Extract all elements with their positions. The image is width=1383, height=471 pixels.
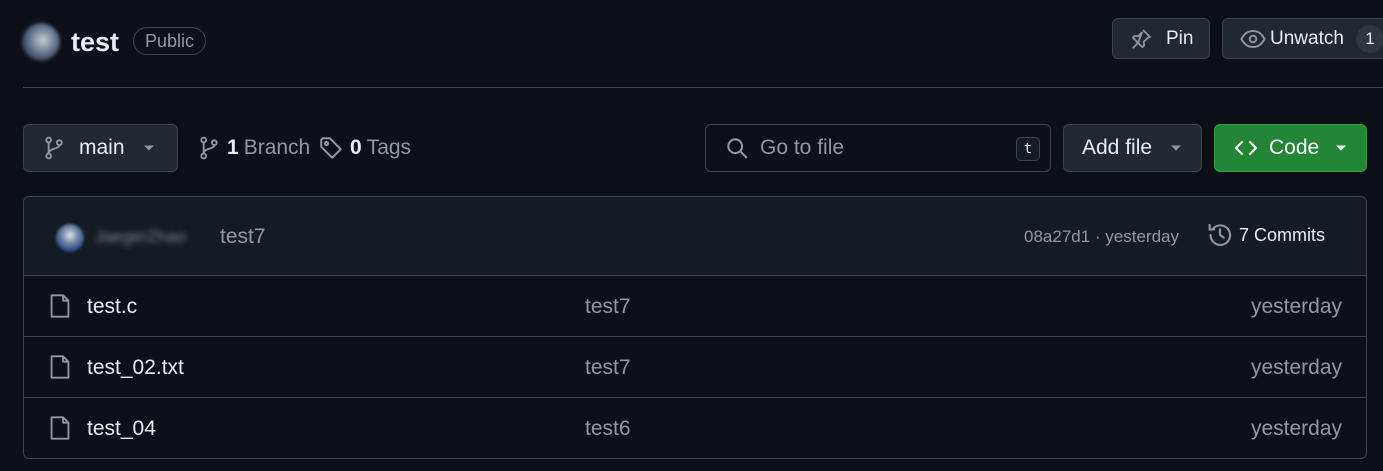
file-row[interactable]: test_02.txt test7 yesterday xyxy=(24,337,1366,398)
chevron-down-icon xyxy=(1171,145,1182,151)
tag-icon xyxy=(320,137,342,159)
file-row[interactable]: test_04 test6 yesterday xyxy=(24,398,1366,458)
tag-count: 0 xyxy=(350,136,362,159)
eye-icon xyxy=(1240,29,1266,48)
file-table: JaegerZhao test7 08a27d1 · yesterday 7 C… xyxy=(23,196,1367,459)
code-label: Code xyxy=(1269,136,1320,159)
file-name[interactable]: test_02.txt xyxy=(87,356,184,380)
unwatch-label: Unwatch xyxy=(1270,27,1344,49)
branch-icon xyxy=(200,136,218,160)
branch-count-label: Branch xyxy=(243,136,311,159)
keyboard-shortcut-hint: t xyxy=(1016,137,1040,161)
branches-link[interactable]: 1 Branch xyxy=(198,136,310,160)
commits-history-link[interactable]: 7 Commits xyxy=(1207,222,1325,248)
file-commit-message[interactable]: test6 xyxy=(585,417,631,441)
file-icon xyxy=(50,416,70,440)
pin-icon xyxy=(1131,28,1151,49)
file-date: yesterday xyxy=(1250,295,1342,318)
repo-header: test Public Pin Unwatch 1 xyxy=(0,0,1383,88)
file-icon xyxy=(50,355,70,379)
code-icon xyxy=(1235,141,1257,155)
tag-count-label: Tags xyxy=(366,136,412,159)
commit-author-avatar[interactable] xyxy=(56,224,84,252)
chevron-down-icon xyxy=(1336,145,1347,151)
file-icon xyxy=(50,294,70,318)
file-date: yesterday xyxy=(1250,356,1342,379)
history-icon xyxy=(1208,223,1232,246)
file-date: yesterday xyxy=(1250,417,1342,440)
file-name[interactable]: test_04 xyxy=(87,417,156,441)
file-commit-message[interactable]: test7 xyxy=(585,295,631,319)
branch-count: 1 xyxy=(227,136,239,159)
search-input[interactable] xyxy=(758,135,998,161)
tags-link[interactable]: 0 Tags xyxy=(319,136,411,160)
code-button[interactable]: Code xyxy=(1214,124,1367,172)
branch-select-button[interactable]: main xyxy=(23,124,178,172)
commit-author[interactable]: JaegerZhao xyxy=(95,227,186,247)
watch-count-badge: 1 xyxy=(1355,24,1383,53)
file-name[interactable]: test.c xyxy=(87,295,137,319)
repo-name[interactable]: test xyxy=(71,24,119,60)
search-icon xyxy=(727,138,748,159)
pin-label: Pin xyxy=(1166,27,1194,49)
file-row[interactable]: test.c test7 yesterday xyxy=(24,276,1366,337)
commit-hash-time[interactable]: 08a27d1 · yesterday xyxy=(1024,227,1179,247)
add-file-button[interactable]: Add file xyxy=(1063,124,1202,172)
branch-name: main xyxy=(79,136,125,159)
file-commit-message[interactable]: test7 xyxy=(585,356,631,380)
pin-button[interactable]: Pin xyxy=(1112,18,1210,59)
chevron-down-icon xyxy=(143,145,154,151)
header-divider xyxy=(23,87,1383,88)
unwatch-button[interactable]: Unwatch 1 xyxy=(1222,18,1383,59)
branch-icon xyxy=(45,136,63,160)
owner-avatar[interactable] xyxy=(22,23,60,61)
commits-count: 7 Commits xyxy=(1239,224,1326,245)
latest-commit-row: JaegerZhao test7 08a27d1 · yesterday 7 C… xyxy=(24,197,1366,276)
commit-message[interactable]: test7 xyxy=(220,225,266,249)
go-to-file-search[interactable]: t xyxy=(705,124,1051,172)
visibility-badge: Public xyxy=(133,27,207,55)
add-file-label: Add file xyxy=(1082,136,1153,159)
